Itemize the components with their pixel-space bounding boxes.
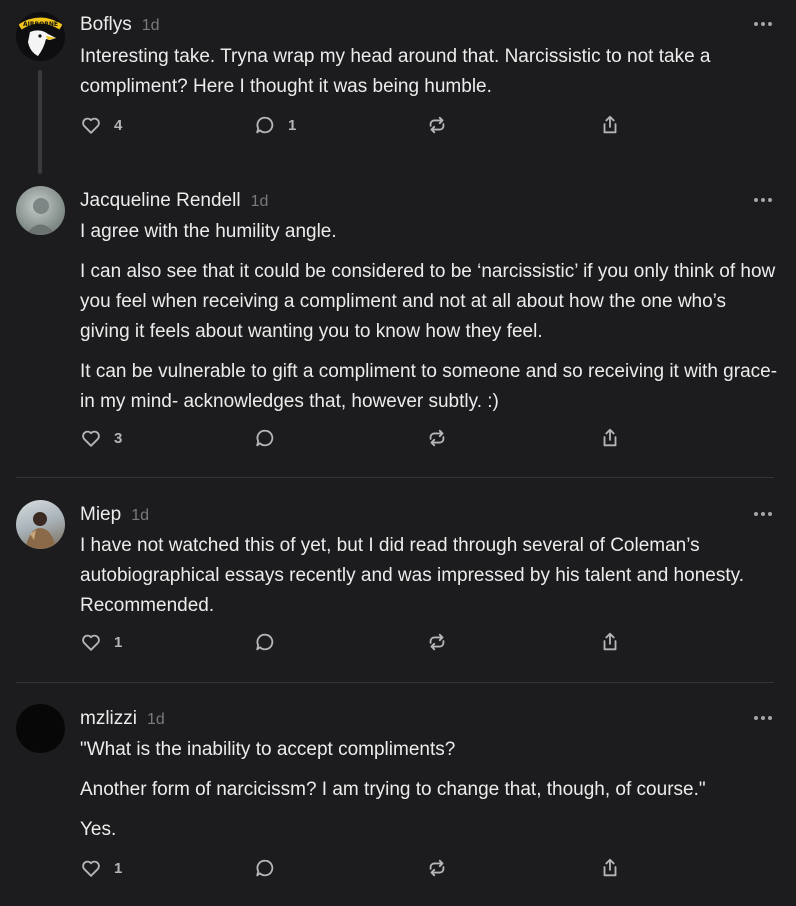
comment-text: Another form of narcicissm? I am trying … bbox=[80, 779, 706, 800]
avatar[interactable]: AIRBORNE bbox=[16, 12, 65, 61]
heart-icon bbox=[82, 117, 100, 134]
comment-actions: 1 bbox=[80, 631, 640, 657]
comment-header: Boflys 1d bbox=[80, 14, 160, 36]
restack-button[interactable] bbox=[426, 114, 448, 136]
restack-button[interactable] bbox=[426, 631, 448, 653]
more-options-icon[interactable] bbox=[754, 715, 772, 721]
share-button[interactable] bbox=[599, 857, 621, 879]
author-name[interactable]: Jacqueline Rendell bbox=[80, 190, 241, 212]
share-icon bbox=[603, 115, 617, 134]
comment-text: Interesting take. Tryna wrap my head aro… bbox=[80, 46, 711, 97]
avatar-badge-text: AIRBORNE bbox=[23, 21, 58, 28]
comment-text: I can also see that it could be consider… bbox=[80, 261, 776, 342]
speech-bubble-icon bbox=[256, 116, 274, 134]
like-count: 1 bbox=[114, 859, 123, 877]
author-name[interactable]: mzlizzi bbox=[80, 708, 137, 730]
like-count: 4 bbox=[114, 116, 123, 134]
profile-photo-icon bbox=[25, 512, 56, 549]
share-icon bbox=[603, 858, 617, 877]
speech-bubble-icon bbox=[256, 633, 274, 651]
timestamp[interactable]: 1d bbox=[147, 711, 165, 729]
timestamp[interactable]: 1d bbox=[251, 193, 269, 211]
share-button[interactable] bbox=[599, 114, 621, 136]
comment-actions: 4 1 bbox=[80, 114, 640, 140]
thread-line bbox=[38, 70, 42, 174]
restack-button[interactable] bbox=[426, 857, 448, 879]
like-count: 3 bbox=[114, 429, 123, 447]
like-button[interactable]: 3 bbox=[80, 427, 122, 449]
comment-text: I have not watched this of yet, but I di… bbox=[80, 535, 744, 616]
share-button[interactable] bbox=[599, 631, 621, 653]
heart-icon bbox=[82, 860, 100, 877]
comment-body: I agree with the humility angle. I can a… bbox=[80, 217, 780, 427]
comment-actions: 1 bbox=[80, 857, 640, 883]
reply-button[interactable] bbox=[254, 857, 288, 879]
author-name[interactable]: Boflys bbox=[80, 14, 132, 36]
comment-body: "What is the inability to accept complim… bbox=[80, 735, 780, 855]
comment-actions: 3 bbox=[80, 427, 640, 453]
comment-text: It can be vulnerable to gift a complimen… bbox=[80, 361, 778, 412]
avatar[interactable] bbox=[16, 500, 65, 549]
more-options-icon[interactable] bbox=[754, 511, 772, 517]
comment-header: Miep 1d bbox=[80, 504, 149, 526]
share-icon bbox=[603, 632, 617, 651]
reply-button[interactable]: 1 bbox=[254, 114, 296, 136]
heart-icon bbox=[82, 430, 100, 447]
restack-button[interactable] bbox=[426, 427, 448, 449]
reply-button[interactable] bbox=[254, 427, 288, 449]
comment: mzlizzi 1d "What is the inability to acc… bbox=[0, 683, 796, 906]
timestamp[interactable]: 1d bbox=[142, 17, 160, 35]
profile-photo-icon bbox=[26, 198, 56, 235]
comment: AIRBORNE Boflys 1d Interesting take. Try… bbox=[0, 0, 796, 180]
speech-bubble-icon bbox=[256, 429, 274, 447]
comment-text: "What is the inability to accept complim… bbox=[80, 739, 456, 760]
reply-count: 1 bbox=[288, 116, 297, 134]
like-count: 1 bbox=[114, 633, 123, 651]
comment-body: I have not watched this of yet, but I di… bbox=[80, 531, 780, 631]
comment-body: Interesting take. Tryna wrap my head aro… bbox=[80, 42, 780, 112]
like-button[interactable]: 4 bbox=[80, 114, 122, 136]
comment: Miep 1d I have not watched this of yet, … bbox=[0, 478, 796, 683]
more-options-icon[interactable] bbox=[754, 197, 772, 203]
restack-icon bbox=[429, 116, 445, 134]
author-name[interactable]: Miep bbox=[80, 504, 121, 526]
speech-bubble-icon bbox=[256, 859, 274, 877]
timestamp[interactable]: 1d bbox=[131, 507, 149, 525]
restack-icon bbox=[429, 859, 445, 877]
share-button[interactable] bbox=[599, 427, 621, 449]
comment-text: I agree with the humility angle. bbox=[80, 221, 337, 242]
airborne-eagle-icon: AIRBORNE bbox=[16, 12, 65, 61]
comment-header: mzlizzi 1d bbox=[80, 708, 165, 730]
restack-icon bbox=[429, 429, 445, 447]
share-icon bbox=[603, 428, 617, 447]
more-options-icon[interactable] bbox=[754, 21, 772, 27]
comment-header: Jacqueline Rendell 1d bbox=[80, 190, 268, 212]
like-button[interactable]: 1 bbox=[80, 857, 122, 879]
restack-icon bbox=[429, 633, 445, 651]
comment-text: Yes. bbox=[80, 819, 117, 840]
reply-button[interactable] bbox=[254, 631, 288, 653]
comment: Jacqueline Rendell 1d I agree with the h… bbox=[0, 180, 796, 478]
avatar[interactable] bbox=[16, 704, 65, 753]
avatar[interactable] bbox=[16, 186, 65, 235]
like-button[interactable]: 1 bbox=[80, 631, 122, 653]
heart-icon bbox=[82, 634, 100, 651]
